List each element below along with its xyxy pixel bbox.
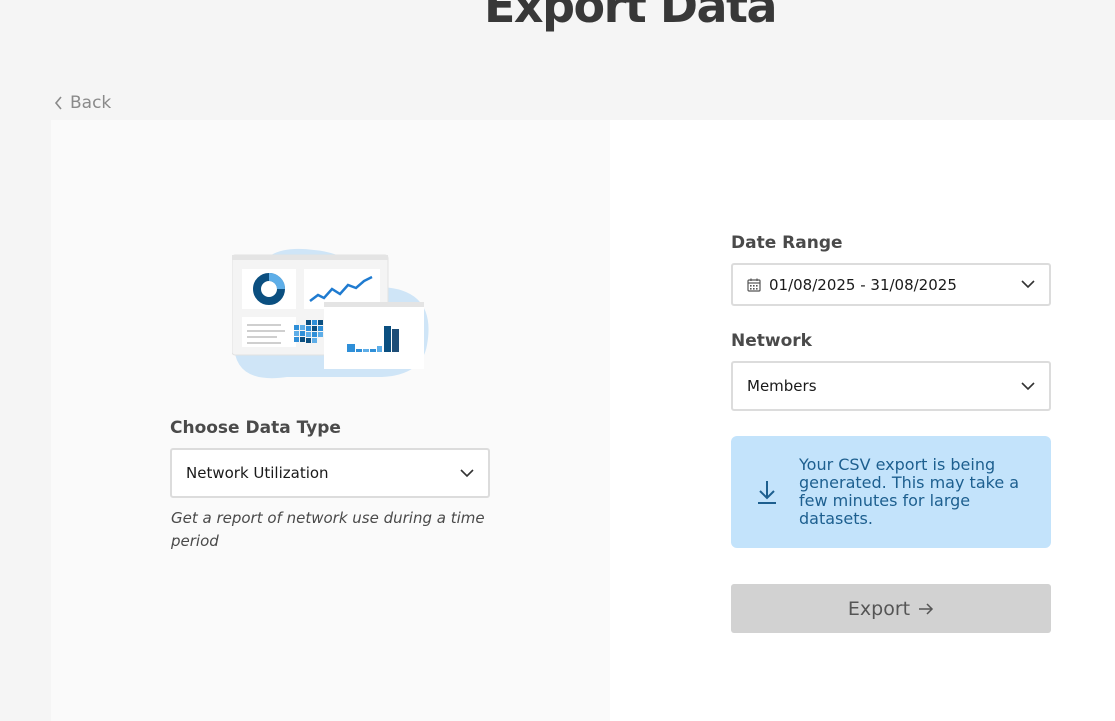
calendar-icon [747,278,761,292]
back-label: Back [70,93,112,113]
network-label: Network [731,331,812,351]
chevron-down-icon [460,468,474,477]
data-type-panel: Choose Data Type Network Utilization Get… [51,120,610,721]
chevron-down-icon [1021,381,1035,390]
back-link[interactable]: Back [54,92,111,114]
network-select[interactable]: Members [731,361,1051,411]
chevron-down-icon [1021,280,1035,289]
export-button[interactable]: Export [731,584,1051,633]
date-range-picker[interactable]: 01/08/2025 - 31/08/2025 [731,263,1051,306]
data-type-description: Get a report of network use during a tim… [171,509,485,550]
export-options-panel: Date Range 01/08/2025 - 31/08/2025 Netwo… [610,120,1115,721]
export-button-label: Export [847,597,911,620]
network-value: Members [747,377,817,395]
dashboard-illustration [232,248,429,379]
arrow-right-icon [919,602,934,615]
page-title: Export Data [484,0,778,33]
date-range-label: Date Range [731,233,843,253]
data-type-label: Choose Data Type [170,418,341,438]
chevron-left-icon [54,96,62,110]
data-type-select[interactable]: Network Utilization [170,448,490,498]
date-range-value: 01/08/2025 - 31/08/2025 [769,275,957,294]
export-status-text: Your CSV export is being generated. This… [799,455,1020,528]
export-status-notice: Your CSV export is being generated. This… [731,436,1051,548]
data-type-value: Network Utilization [186,464,329,482]
download-icon [758,481,776,504]
